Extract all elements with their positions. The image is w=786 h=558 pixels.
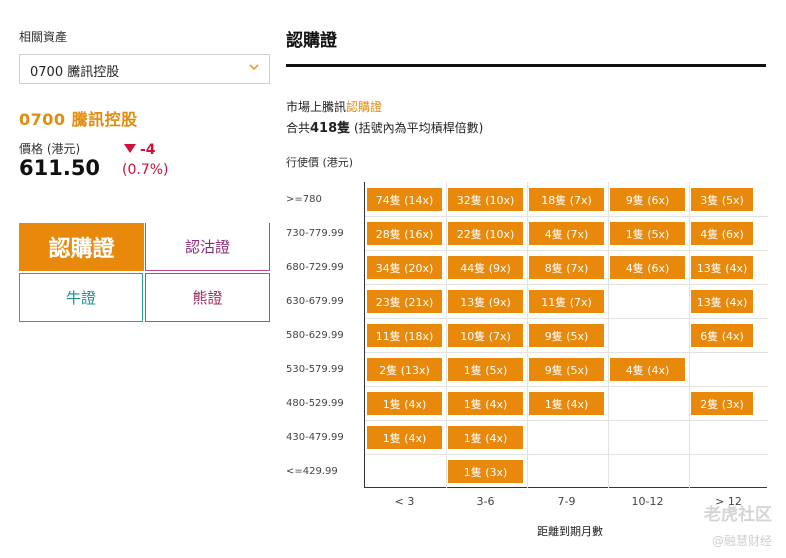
warrant-count-cell[interactable]: 2隻 (3x) bbox=[691, 392, 753, 415]
market-summary: 市場上騰訊認購證 bbox=[286, 98, 382, 115]
warrant-count-cell[interactable]: 44隻 (9x) bbox=[448, 256, 523, 279]
grid-column-line bbox=[689, 182, 690, 488]
section-divider bbox=[286, 64, 766, 67]
grid-row-line bbox=[365, 352, 768, 353]
watermark-handle: @融慧财经 bbox=[711, 534, 772, 548]
grid-row-line bbox=[365, 454, 768, 455]
left-panel: 相關資產 0700 騰訊控股 0700 騰訊控股 價格 (港元) 611.50 … bbox=[19, 0, 270, 558]
grid-row-line bbox=[365, 250, 768, 251]
market-prefix: 市場上騰訊 bbox=[286, 100, 347, 114]
warrant-count-cell[interactable]: 9隻 (6x) bbox=[610, 188, 685, 211]
price-change-value: -4 bbox=[140, 142, 156, 158]
warrant-count-cell[interactable]: 1隻 (5x) bbox=[610, 222, 685, 245]
strike-range-label: 730-779.99 bbox=[286, 228, 344, 239]
expiry-range-label: 7-9 bbox=[557, 495, 576, 508]
strike-range-label: 480-529.99 bbox=[286, 398, 344, 409]
right-panel: 認購證 市場上騰訊認購證 合共418隻 (括號內為平均槓桿倍數) 行使價 (港元… bbox=[286, 0, 766, 169]
grid-row-line bbox=[365, 318, 768, 319]
strike-range-label: <=429.99 bbox=[286, 466, 338, 477]
warrant-count-cell[interactable]: 3隻 (5x) bbox=[691, 188, 753, 211]
warrant-count-cell[interactable]: 13隻 (4x) bbox=[691, 256, 753, 279]
grid-column-line bbox=[446, 182, 447, 488]
warrant-count-cell[interactable]: 28隻 (16x) bbox=[367, 222, 442, 245]
warrant-count-cell[interactable]: 4隻 (6x) bbox=[610, 256, 685, 279]
warrant-count-cell[interactable]: 23隻 (21x) bbox=[367, 290, 442, 313]
grid-row-line bbox=[365, 284, 768, 285]
related-assets-label: 相關資產 bbox=[19, 30, 68, 44]
strike-range-label: 530-579.99 bbox=[286, 364, 344, 375]
strike-range-label: >=780 bbox=[286, 194, 322, 205]
warrant-count-cell[interactable]: 18隻 (7x) bbox=[529, 188, 604, 211]
warrant-count-cell[interactable]: 10隻 (7x) bbox=[448, 324, 523, 347]
warrant-count-cell[interactable]: 32隻 (10x) bbox=[448, 188, 523, 211]
expiry-range-label: 3-6 bbox=[476, 495, 495, 508]
warrant-count-cell[interactable]: 1隻 (4x) bbox=[367, 426, 442, 449]
strike-range-label: 680-729.99 bbox=[286, 262, 344, 273]
grid-column-line bbox=[608, 182, 609, 488]
total-count: 418隻 bbox=[310, 121, 351, 136]
market-highlight: 認購證 bbox=[346, 100, 383, 114]
warrant-count-cell[interactable]: 1隻 (5x) bbox=[448, 358, 523, 381]
warrant-count-cell[interactable]: 9隻 (5x) bbox=[529, 358, 604, 381]
warrant-count-cell[interactable]: 1隻 (3x) bbox=[448, 460, 523, 483]
stock-title: 0700 騰訊控股 bbox=[19, 110, 138, 129]
warrant-count-cell[interactable]: 11隻 (18x) bbox=[367, 324, 442, 347]
watermark-brand: 老虎社区 bbox=[704, 505, 772, 525]
warrant-count-cell[interactable]: 13隻 (4x) bbox=[691, 290, 753, 313]
warrant-count-cell[interactable]: 13隻 (9x) bbox=[448, 290, 523, 313]
warrant-count-cell[interactable]: 34隻 (20x) bbox=[367, 256, 442, 279]
warrant-count-cell[interactable]: 4隻 (4x) bbox=[610, 358, 685, 381]
total-suffix: (括號內為平均槓桿倍數) bbox=[350, 121, 484, 135]
section-title: 認購證 bbox=[286, 31, 337, 51]
warrant-count-cell[interactable]: 1隻 (4x) bbox=[529, 392, 604, 415]
expiry-range-label: 10-12 bbox=[631, 495, 664, 508]
warrant-count-cell[interactable]: 6隻 (4x) bbox=[691, 324, 753, 347]
strike-axis-label: 行使價 (港元) bbox=[286, 156, 354, 169]
price-change-percent: (0.7%) bbox=[122, 162, 169, 178]
expiry-range-label: < 3 bbox=[394, 495, 415, 508]
tab-call-warrant[interactable]: 認購證 bbox=[19, 223, 144, 271]
chevron-down-icon bbox=[249, 64, 259, 71]
price-change: -4 bbox=[124, 142, 156, 158]
price-label: 價格 (港元) bbox=[19, 142, 81, 156]
expiry-axis-label: 距離到期月數 bbox=[537, 525, 603, 538]
strike-range-label: 580-629.99 bbox=[286, 330, 344, 341]
warrant-count-cell[interactable]: 8隻 (7x) bbox=[529, 256, 604, 279]
tab-bear-cbbc[interactable]: 熊證 bbox=[145, 273, 270, 322]
warrant-count-cell[interactable]: 9隻 (5x) bbox=[529, 324, 604, 347]
total-summary: 合共418隻 (括號內為平均槓桿倍數) bbox=[286, 117, 483, 136]
down-arrow-icon bbox=[124, 144, 136, 153]
strike-range-label: 630-679.99 bbox=[286, 296, 344, 307]
warrant-count-cell[interactable]: 1隻 (4x) bbox=[448, 392, 523, 415]
warrant-count-cell[interactable]: 22隻 (10x) bbox=[448, 222, 523, 245]
warrant-count-cell[interactable]: 1隻 (4x) bbox=[367, 392, 442, 415]
total-prefix: 合共 bbox=[286, 121, 311, 135]
tab-bull-cbbc[interactable]: 牛證 bbox=[19, 273, 143, 322]
grid-column-line bbox=[527, 182, 528, 488]
grid-row-line bbox=[365, 216, 768, 217]
grid-row-line bbox=[365, 420, 768, 421]
strike-range-label: 430-479.99 bbox=[286, 432, 344, 443]
asset-select-value: 0700 騰訊控股 bbox=[30, 65, 120, 80]
asset-select[interactable]: 0700 騰訊控股 bbox=[19, 54, 270, 84]
warrant-count-cell[interactable]: 4隻 (6x) bbox=[691, 222, 753, 245]
warrant-count-cell[interactable]: 4隻 (7x) bbox=[529, 222, 604, 245]
tab-put-warrant[interactable]: 認沽證 bbox=[145, 223, 270, 271]
warrant-count-cell[interactable]: 2隻 (13x) bbox=[367, 358, 442, 381]
price-value: 611.50 bbox=[19, 156, 101, 180]
warrant-count-cell[interactable]: 11隻 (7x) bbox=[529, 290, 604, 313]
warrant-type-tabs: 認購證 認沽證 牛證 熊證 bbox=[19, 223, 270, 323]
grid-row-line bbox=[365, 386, 768, 387]
warrant-count-cell[interactable]: 1隻 (4x) bbox=[448, 426, 523, 449]
warrant-count-cell[interactable]: 74隻 (14x) bbox=[367, 188, 442, 211]
